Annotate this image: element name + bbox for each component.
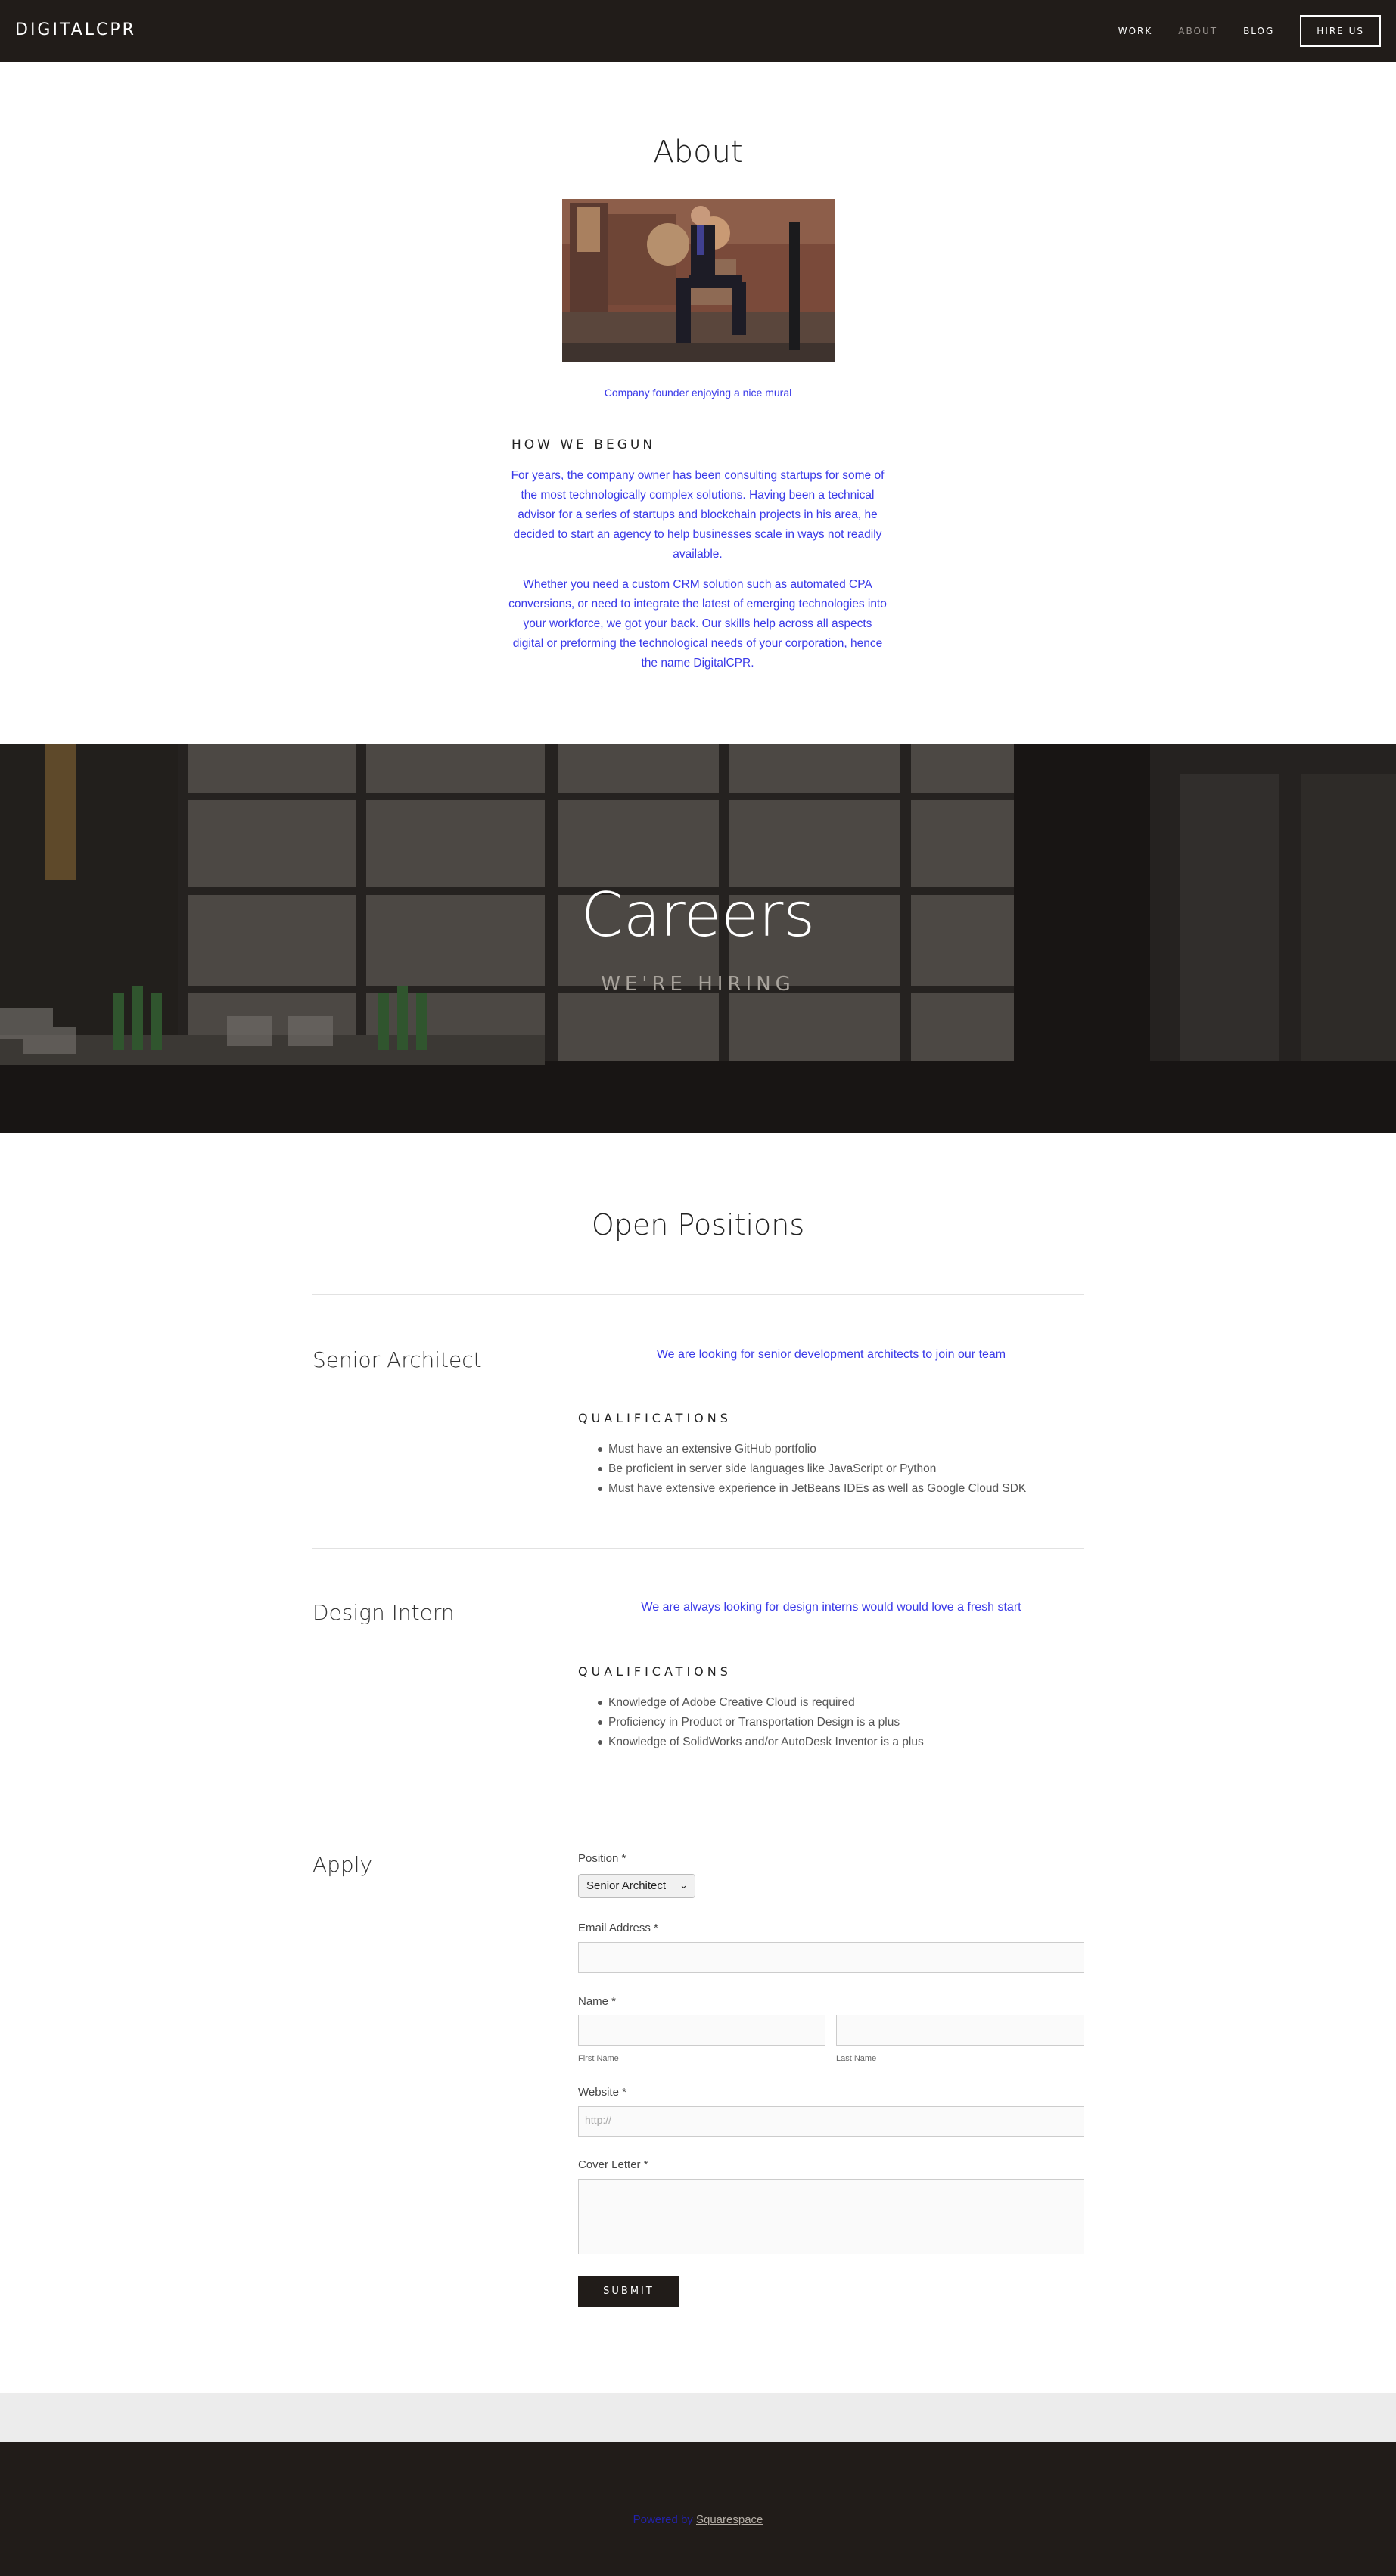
careers-subtitle: WE'RE HIRING bbox=[601, 973, 795, 996]
list-item: Knowledge of Adobe Creative Cloud is req… bbox=[598, 1693, 924, 1713]
first-name-field[interactable] bbox=[578, 2015, 825, 2046]
about-title: About bbox=[653, 135, 743, 169]
site-header: DIGITALCPR WORK ABOUT BLOG HIRE US bbox=[0, 0, 1396, 62]
qualifications-heading: QUALIFICATIONS bbox=[578, 1664, 732, 1679]
divider bbox=[312, 1294, 1084, 1295]
list-item: Proficiency in Product or Transportation… bbox=[598, 1713, 924, 1732]
qualifications-list: Knowledge of Adobe Creative Cloud is req… bbox=[598, 1693, 924, 1752]
nav-item-work[interactable]: WORK bbox=[1118, 26, 1153, 36]
careers-title: Careers bbox=[580, 880, 816, 950]
about-paragraph: For years, the company owner has been co… bbox=[511, 469, 885, 561]
qualifications-list: Must have an extensive GitHub portfolio … bbox=[598, 1440, 1026, 1499]
chevron-down-icon: ⌄ bbox=[679, 1879, 688, 1891]
list-item: Must have an extensive GitHub portfolio bbox=[598, 1440, 1026, 1459]
divider bbox=[312, 1548, 1084, 1549]
open-positions-title: Open Positions bbox=[591, 1208, 805, 1241]
powered-by-label: Powered by bbox=[633, 2513, 693, 2526]
apply-title: Apply bbox=[312, 1852, 373, 1877]
list-item: Be proficient in server side languages l… bbox=[598, 1459, 1026, 1479]
website-field[interactable]: http:// bbox=[578, 2106, 1084, 2137]
job-description: We are always looking for design interns… bbox=[641, 1601, 1021, 1614]
position-label: Position * bbox=[578, 1852, 626, 1865]
submit-button[interactable]: SUBMIT bbox=[578, 2276, 679, 2307]
email-field[interactable] bbox=[578, 1942, 1084, 1973]
position-select-value: Senior Architect bbox=[586, 1879, 667, 1892]
photo-caption: Company founder enjoying a nice mural bbox=[604, 387, 792, 399]
website-label: Website * bbox=[578, 2086, 626, 2099]
website-placeholder: http:// bbox=[585, 2114, 612, 2126]
nav-item-about[interactable]: ABOUT bbox=[1178, 26, 1217, 36]
about-paragraph: Whether you need a custom CRM solution s… bbox=[508, 578, 887, 670]
how-we-begun-heading: HOW WE BEGUN bbox=[511, 437, 656, 452]
list-item: Knowledge of SolidWorks and/or AutoDesk … bbox=[598, 1732, 924, 1752]
squarespace-link[interactable]: Squarespace bbox=[696, 2513, 763, 2526]
job-title: Senior Architect bbox=[312, 1347, 482, 1372]
qualifications-heading: QUALIFICATIONS bbox=[578, 1411, 732, 1425]
site-footer: Powered by Squarespace bbox=[0, 2442, 1396, 2576]
nav-item-blog[interactable]: BLOG bbox=[1243, 26, 1274, 36]
position-select[interactable]: Senior Architect ⌄ bbox=[578, 1874, 695, 1898]
job-title: Design Intern bbox=[312, 1600, 455, 1625]
hire-us-button[interactable]: HIRE US bbox=[1300, 15, 1381, 47]
last-name-field[interactable] bbox=[836, 2015, 1084, 2046]
name-label: Name * bbox=[578, 1995, 617, 2008]
pre-footer bbox=[0, 2393, 1396, 2442]
main-nav: WORK ABOUT BLOG HIRE US bbox=[1093, 15, 1381, 47]
cover-letter-label: Cover Letter * bbox=[578, 2158, 648, 2171]
powered-by-text: Powered by Squarespace bbox=[0, 2513, 1396, 2526]
founder-photo bbox=[562, 199, 835, 362]
cover-letter-field[interactable] bbox=[578, 2179, 1084, 2254]
site-logo[interactable]: DIGITALCPR bbox=[15, 20, 136, 39]
last-name-label: Last Name bbox=[836, 2054, 877, 2063]
list-item: Must have extensive experience in JetBea… bbox=[598, 1479, 1026, 1499]
email-label: Email Address * bbox=[578, 1922, 658, 1934]
job-description: We are looking for senior development ar… bbox=[656, 1348, 1006, 1361]
first-name-label: First Name bbox=[578, 2054, 619, 2063]
